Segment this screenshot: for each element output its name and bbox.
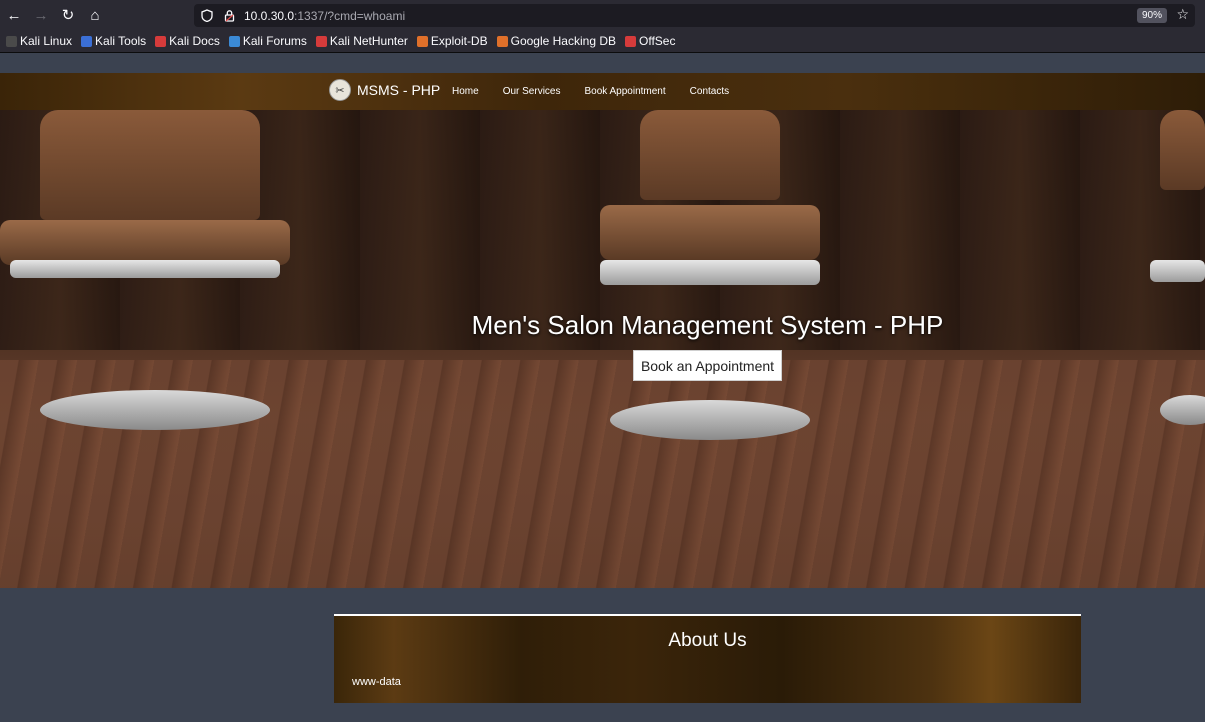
kali-forums-icon [228,35,240,47]
bookmark-star-icon[interactable]: ☆ [1176,6,1189,23]
barber-chair-left [0,110,300,440]
bookmark-kali-tools[interactable]: Kali Tools [81,34,146,48]
hero-banner: Men's Salon Management System - PHP Book… [0,110,1205,588]
bookmark-kali-nethunter[interactable]: Kali NetHunter [315,34,408,48]
lock-icon[interactable] [220,7,238,25]
kali-docs-icon [155,35,167,47]
bookmarks-bar: Kali Linux Kali Tools Kali Docs Kali For… [0,30,1205,53]
about-us-section: About Us www-data [334,614,1081,703]
about-title: About Us [668,630,747,651]
url-bar[interactable]: 10.0.30.0:1337/?cmd=whoami 90% ☆ [194,4,1195,27]
shield-icon[interactable] [198,7,216,25]
about-text: www-data [352,676,401,688]
url-host: 10.0.30.0 [244,8,295,23]
bookmark-label: Kali Tools [95,34,147,48]
bookmark-kali-forums[interactable]: Kali Forums [228,34,307,48]
url-path: :1337/?cmd=whoami [294,8,406,23]
web-page: ✂ MSMS - PHP Home Our Services Book Appo… [0,54,1205,722]
url-text[interactable]: 10.0.30.0:1337/?cmd=whoami [244,9,405,23]
book-appointment-button[interactable]: Book an Appointment [633,350,782,381]
bookmark-kali-linux[interactable]: Kali Linux [6,34,72,48]
reload-icon[interactable]: ↻ [55,2,81,28]
brand[interactable]: ✂ MSMS - PHP [329,79,440,101]
site-navbar: ✂ MSMS - PHP Home Our Services Book Appo… [0,73,1205,110]
bookmark-kali-docs[interactable]: Kali Docs [155,34,220,48]
back-icon[interactable]: ← [1,2,27,28]
kali-dragon-icon [6,35,17,47]
forward-icon[interactable]: → [28,2,54,28]
bookmark-label: Exploit-DB [430,34,488,48]
bookmark-google-hacking-db[interactable]: Google Hacking DB [496,34,616,48]
exploit-db-icon [416,35,428,47]
brand-name: MSMS - PHP [357,82,441,98]
barber-chair-right [1150,110,1205,430]
hero-title: Men's Salon Management System - PHP [471,310,944,340]
bookmark-label: Kali Forums [242,34,307,48]
kali-tools-icon [81,35,93,47]
nav-home[interactable]: Home [452,86,479,97]
bookmark-label: Kali Docs [169,34,220,48]
bookmark-label: OffSec [639,34,676,48]
bookmark-label: Google Hacking DB [510,34,616,48]
nav-contacts[interactable]: Contacts [690,86,729,97]
bookmark-label: Kali NetHunter [329,34,408,48]
nav-our-services[interactable]: Our Services [503,86,561,97]
salon-logo-icon: ✂ [329,79,351,101]
browser-toolbar: ← → ↻ ⌂ 10.0.30.0:1337/?cmd=whoami 90% ☆ [0,0,1205,30]
home-icon[interactable]: ⌂ [82,2,108,28]
bookmark-label: Kali Linux [20,34,73,48]
bookmark-exploit-db[interactable]: Exploit-DB [416,34,488,48]
offsec-icon [625,35,636,47]
zoom-badge[interactable]: 90% [1136,8,1167,23]
nav-book-appointment[interactable]: Book Appointment [584,86,665,97]
ghdb-icon [496,35,508,47]
nav-links: Home Our Services Book Appointment Conta… [452,86,753,97]
bookmark-offsec[interactable]: OffSec [625,34,675,48]
nethunter-icon [315,35,327,47]
barber-chair-center [580,110,840,445]
